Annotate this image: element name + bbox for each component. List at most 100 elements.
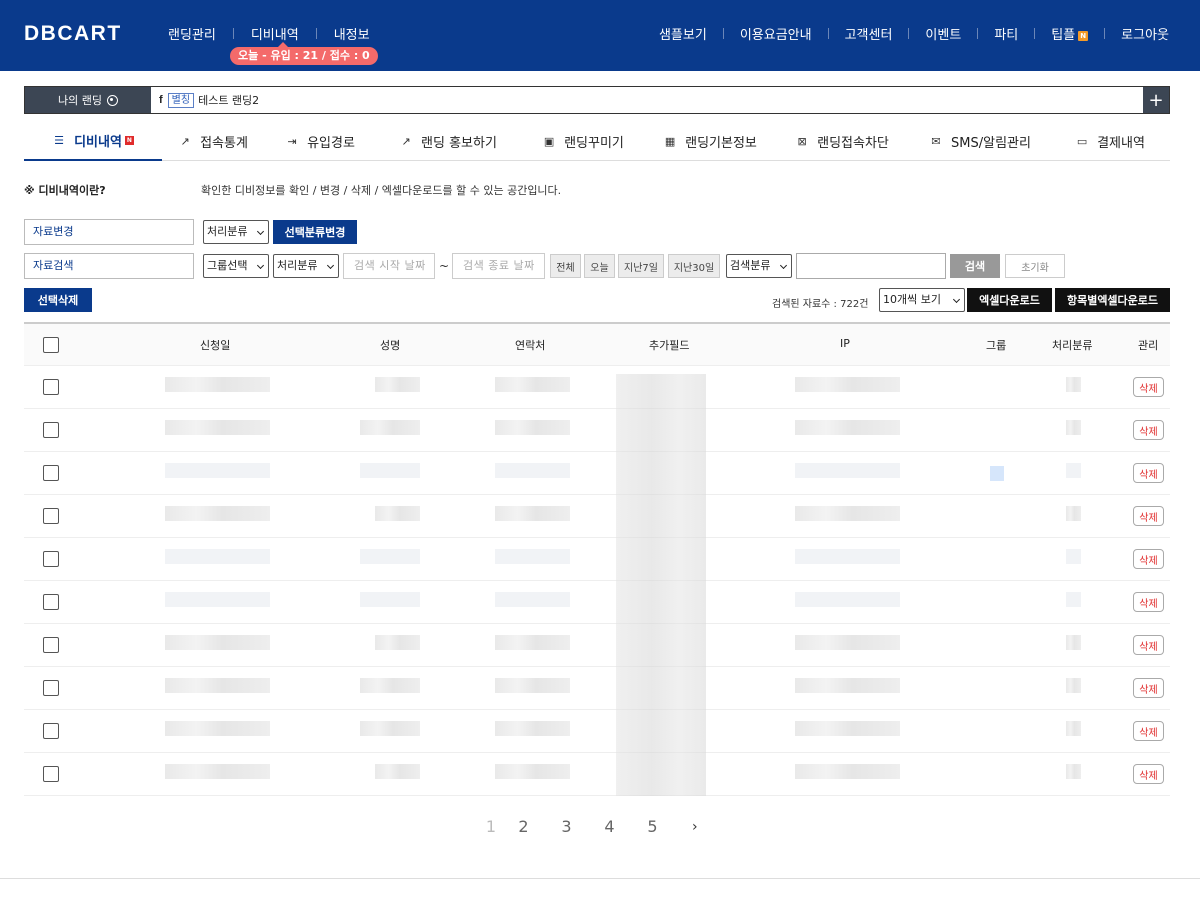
delete-row-button[interactable]: 삭제 <box>1133 463 1164 483</box>
delete-row-button[interactable]: 삭제 <box>1133 721 1164 741</box>
tab-label: 랜딩접속차단 <box>817 135 889 151</box>
page-3[interactable]: 3 <box>545 817 588 836</box>
pagination: 1 2 3 4 5 › <box>480 817 698 836</box>
nav-divider <box>827 28 829 39</box>
nav-tips[interactable]: 팁플 N <box>1051 24 1089 43</box>
search-button[interactable]: 검색 <box>950 254 1000 278</box>
description-text: 확인한 디비정보를 확인 / 변경 / 삭제 / 엑셀다운로드를 할 수 있는 … <box>201 184 562 197</box>
redacted-extra-field <box>616 710 706 753</box>
row-checkbox[interactable] <box>43 766 59 782</box>
tab-sms-alerts[interactable]: ✉ SMS/알림관리 <box>910 121 1050 161</box>
page-5[interactable]: 5 <box>631 817 674 836</box>
table-header: 신청일 성명 연락처 추가필드 IP 그룹 처리분류 관리 <box>24 324 1170 366</box>
range-7days-button[interactable]: 지난7일 <box>618 254 664 278</box>
nav-event[interactable]: 이벤트 <box>925 24 961 43</box>
db-table: 신청일 성명 연락처 추가필드 IP 그룹 처리분류 관리 삭제 삭제 삭제 삭제 삭제… <box>24 322 1170 796</box>
delete-row-button[interactable]: 삭제 <box>1133 592 1164 612</box>
tab-block-access[interactable]: ⊠ 랜딩접속차단 <box>774 121 910 161</box>
delete-row-button[interactable]: 삭제 <box>1133 678 1164 698</box>
redacted-extra-field <box>616 374 706 409</box>
table-row: 삭제 <box>24 581 1170 624</box>
excel-download-button[interactable]: 엑셀다운로드 <box>967 288 1052 312</box>
change-status-button[interactable]: 선택분류변경 <box>273 220 357 244</box>
page-size-select[interactable]: 10개씩 보기 <box>879 288 965 312</box>
nav-landing-manage[interactable]: 랜딩관리 <box>168 24 216 43</box>
nav-divider <box>908 28 910 39</box>
row-checkbox[interactable] <box>43 723 59 739</box>
row-checkbox[interactable] <box>43 551 59 567</box>
nav-support[interactable]: 고객센터 <box>845 24 893 43</box>
row-checkbox[interactable] <box>43 680 59 696</box>
tab-landing-info[interactable]: ▦ 랜딩기본정보 <box>646 121 774 161</box>
nav-party[interactable]: 파티 <box>994 24 1018 43</box>
tab-access-stats[interactable]: ↗ 접속통계 <box>162 121 264 161</box>
result-count: 검색된 자료수 : 722건 <box>772 299 869 310</box>
page-2[interactable]: 2 <box>502 817 545 836</box>
tab-label: 접속통계 <box>200 135 248 151</box>
delete-row-button[interactable]: 삭제 <box>1133 549 1164 569</box>
page-1[interactable]: 1 <box>480 817 502 836</box>
row-checkbox[interactable] <box>43 594 59 610</box>
share-icon: ↗ <box>401 134 411 148</box>
nav-pricing[interactable]: 이용요금안내 <box>740 24 812 43</box>
table-row: 삭제 <box>24 452 1170 495</box>
row-checkbox[interactable] <box>43 508 59 524</box>
nav-sample[interactable]: 샘플보기 <box>659 24 707 43</box>
redacted-extra-field <box>616 624 706 667</box>
delete-selected-button[interactable]: 선택삭제 <box>24 288 92 312</box>
add-landing-button[interactable]: + <box>1143 87 1169 113</box>
redacted-date <box>165 463 270 478</box>
page-4[interactable]: 4 <box>588 817 631 836</box>
search-category-select[interactable]: 검색분류 <box>726 254 792 278</box>
redacted-name <box>360 592 420 607</box>
nav-db-history[interactable]: 디비내역 <box>251 24 299 43</box>
select-all-checkbox[interactable] <box>43 337 59 353</box>
my-landing-button[interactable]: 나의 랜딩 <box>25 87 151 113</box>
delete-row-button[interactable]: 삭제 <box>1133 420 1164 440</box>
status-filter-select[interactable]: 처리분류 <box>273 254 339 278</box>
range-today-button[interactable]: 오늘 <box>584 254 615 278</box>
delete-row-button[interactable]: 삭제 <box>1133 377 1164 397</box>
row-checkbox[interactable] <box>43 637 59 653</box>
redacted-extra-field <box>616 452 706 495</box>
delete-row-button[interactable]: 삭제 <box>1133 635 1164 655</box>
tab-decorate-landing[interactable]: ▣ 랜딩꾸미기 <box>520 121 646 161</box>
chevron-right-icon[interactable]: › <box>692 819 698 835</box>
redacted-date <box>165 377 270 392</box>
logo[interactable]: DBCART <box>24 22 122 46</box>
group-select[interactable]: 그룹선택 <box>203 254 269 278</box>
tab-promote-landing[interactable]: ↗ 랜딩 홍보하기 <box>376 121 520 161</box>
redacted-contact <box>495 764 570 779</box>
search-keyword-input[interactable] <box>796 253 946 279</box>
delete-row-button[interactable]: 삭제 <box>1133 506 1164 526</box>
table-row: 삭제 <box>24 753 1170 796</box>
redacted-contact <box>495 377 570 392</box>
row-checkbox[interactable] <box>43 465 59 481</box>
nav-tips-label: 팁플 <box>1051 28 1076 43</box>
redacted-status <box>1066 678 1081 693</box>
chart-icon: ↗ <box>180 134 190 148</box>
redacted-contact <box>495 592 570 607</box>
status-select[interactable]: 처리분류 <box>203 220 269 244</box>
redacted-name <box>360 721 420 736</box>
range-all-button[interactable]: 전체 <box>550 254 581 278</box>
delete-row-button[interactable]: 삭제 <box>1133 764 1164 784</box>
date-start-input[interactable]: 검색 시작 날짜 <box>343 253 435 279</box>
landing-current[interactable]: f 별칭 테스트 랜딩2 <box>151 87 1143 113</box>
date-end-input[interactable]: 검색 종료 날짜 <box>452 253 545 279</box>
tab-inflow-path[interactable]: ⇥ 유입경로 <box>264 121 376 161</box>
nav-my-info[interactable]: 내정보 <box>334 24 370 43</box>
row-checkbox[interactable] <box>43 379 59 395</box>
nav-logout[interactable]: 로그아웃 <box>1121 24 1169 43</box>
row-checkbox[interactable] <box>43 422 59 438</box>
nav-divider <box>977 28 979 39</box>
excel-by-field-download-button[interactable]: 항목별엑셀다운로드 <box>1055 288 1170 312</box>
tab-payments[interactable]: ▭ 결제내역 <box>1050 121 1170 161</box>
reset-button[interactable]: 초기화 <box>1005 254 1065 278</box>
column-header-contact: 연락처 <box>515 339 546 352</box>
gear-icon <box>106 94 118 106</box>
my-landing-label: 나의 랜딩 <box>58 94 102 107</box>
data-search-label: 자료검색 <box>24 253 194 279</box>
tab-db-history[interactable]: ☰ 디비내역 N <box>24 121 162 161</box>
range-30days-button[interactable]: 지난30일 <box>668 254 720 278</box>
